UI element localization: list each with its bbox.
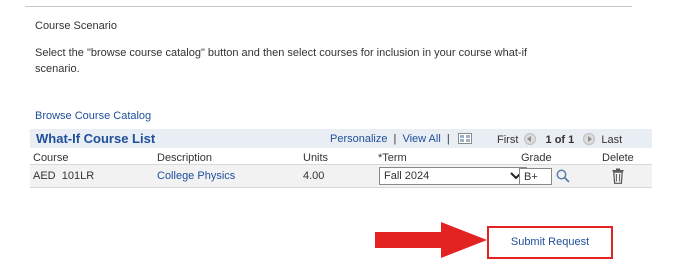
page-count: 1 of 1	[545, 134, 575, 146]
grid-title: What-If Course List	[36, 131, 156, 146]
term-selected-value: Fall 2024	[384, 170, 430, 182]
column-header-term: *Term	[378, 152, 407, 164]
search-icon[interactable]	[556, 169, 570, 183]
course-code: AED 101LR	[33, 170, 95, 182]
column-headers: Course Description Units *Term Grade Del…	[30, 148, 652, 165]
red-arrow-icon	[375, 222, 487, 258]
personalize-link[interactable]: Personalize	[330, 133, 387, 145]
units-value: 4.00	[303, 170, 325, 182]
first-link[interactable]: First	[497, 134, 518, 146]
top-divider	[25, 6, 632, 7]
grid-navigation: First 1 of 1 Last	[497, 133, 622, 146]
grid-header: What-If Course List Personalize | View A…	[30, 129, 652, 148]
next-row-icon[interactable]	[583, 133, 596, 145]
instructions-text: Select the "browse course catalog" butto…	[35, 47, 528, 75]
column-header-units: Units	[303, 152, 329, 164]
last-link[interactable]: Last	[601, 134, 622, 146]
what-if-course-grid: What-If Course List Personalize | View A…	[30, 129, 652, 188]
previous-row-icon[interactable]	[524, 133, 537, 145]
trash-icon[interactable]	[612, 168, 624, 184]
course-description-link[interactable]: College Physics	[157, 170, 235, 182]
grade-input[interactable]: B+	[519, 168, 552, 185]
browse-course-catalog-link[interactable]: Browse Course Catalog	[35, 110, 151, 122]
table-row: AED 101LR College Physics 4.00 Fall 2024…	[30, 165, 652, 188]
submit-request-button[interactable]: Submit Request	[487, 226, 613, 259]
column-header-description: Description	[157, 152, 213, 164]
column-header-grade: Grade	[521, 152, 552, 164]
zoom-grid-icon[interactable]	[457, 133, 472, 144]
view-all-link[interactable]: View All	[402, 133, 440, 145]
separator: |	[393, 133, 397, 145]
grade-value: B+	[524, 171, 538, 183]
section-title: Course Scenario	[35, 20, 117, 32]
separator: |	[446, 133, 450, 145]
column-header-delete: Delete	[602, 152, 634, 164]
grid-tools: Personalize | View All |	[330, 133, 472, 145]
column-header-course: Course	[33, 152, 69, 164]
term-select[interactable]: Fall 2024	[379, 167, 527, 185]
